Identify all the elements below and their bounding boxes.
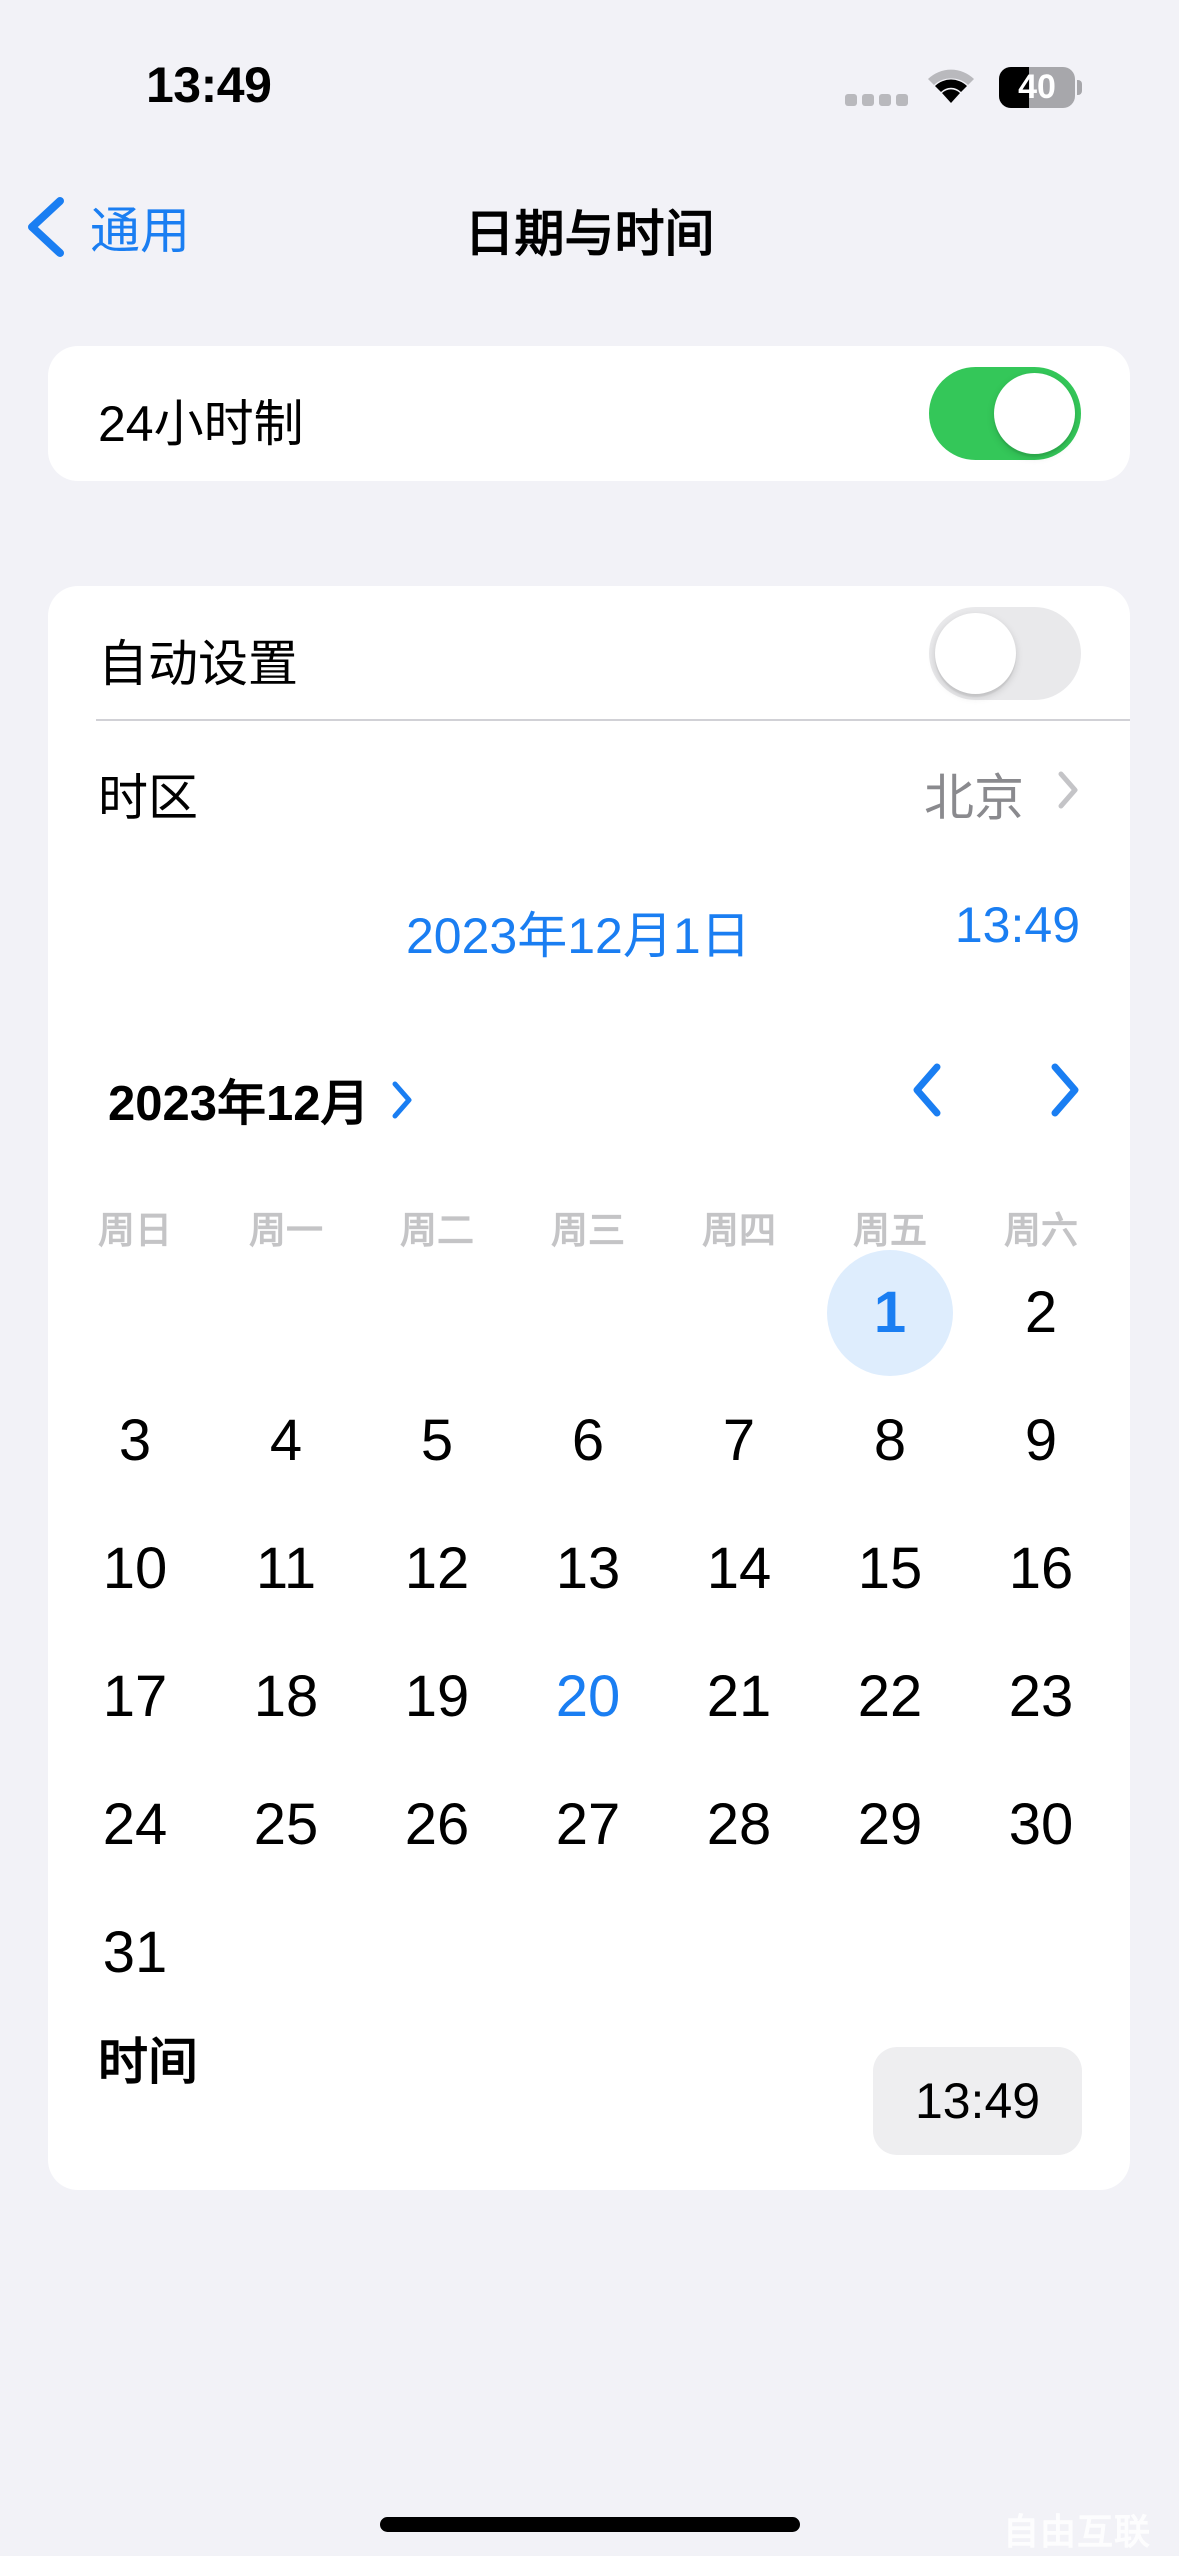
calendar-day[interactable]: 24 — [72, 1762, 198, 1888]
weekday-label: 周三 — [551, 1210, 625, 1251]
calendar-day[interactable]: 22 — [827, 1634, 953, 1760]
calendar-day[interactable]: 21 — [676, 1634, 802, 1760]
auto-set-toggle[interactable] — [929, 607, 1081, 700]
timezone-label: 时区 — [98, 770, 198, 826]
toggle-knob — [994, 373, 1075, 454]
toggle-knob — [935, 613, 1016, 694]
weekday-label: 周四 — [702, 1210, 776, 1251]
hour24-toggle[interactable] — [929, 367, 1081, 460]
calendar-day[interactable]: 29 — [827, 1762, 953, 1888]
weekday-label: 周日 — [98, 1210, 172, 1251]
hour24-label: 24小时制 — [98, 396, 304, 452]
signal-dots-icon — [845, 94, 908, 106]
wifi-icon — [925, 66, 977, 106]
calendar-day[interactable]: 13 — [525, 1506, 651, 1632]
home-indicator[interactable] — [380, 2517, 800, 2532]
timezone-value: 北京 — [924, 770, 1024, 826]
auto-set-label: 自动设置 — [98, 636, 298, 692]
calendar-day[interactable]: 2 — [978, 1250, 1104, 1376]
weekday-label: 周六 — [1004, 1210, 1078, 1251]
month-picker-button[interactable]: 2023年12月 — [108, 1064, 414, 1135]
chevron-right-icon — [1058, 771, 1078, 809]
calendar-day-today[interactable]: 20 — [525, 1634, 651, 1760]
calendar-day[interactable]: 16 — [978, 1506, 1104, 1632]
calendar-day[interactable]: 3 — [72, 1378, 198, 1504]
calendar-day[interactable]: 17 — [72, 1634, 198, 1760]
calendar-day[interactable]: 19 — [374, 1634, 500, 1760]
calendar-day[interactable]: 14 — [676, 1506, 802, 1632]
calendar-day[interactable]: 6 — [525, 1378, 651, 1504]
weekday-label: 周五 — [853, 1210, 927, 1251]
calendar-day[interactable]: 28 — [676, 1762, 802, 1888]
battery-cap — [1077, 80, 1082, 95]
next-month-button[interactable] — [1045, 1060, 1085, 1120]
calendar-day[interactable]: 8 — [827, 1378, 953, 1504]
time-label: 时间 — [98, 2034, 198, 2090]
calendar-day[interactable]: 11 — [223, 1506, 349, 1632]
page-title: 日期与时间 — [464, 206, 715, 262]
calendar-day[interactable]: 18 — [223, 1634, 349, 1760]
hour24-card: 24小时制 — [48, 346, 1130, 481]
calendar-day[interactable]: 30 — [978, 1762, 1104, 1888]
calendar-day-selected[interactable]: 1 — [827, 1250, 953, 1376]
status-time: 13:49 — [146, 57, 272, 113]
weekday-label: 周二 — [400, 1210, 474, 1251]
battery-percentage: 40 — [1018, 68, 1056, 106]
calendar-day[interactable]: 10 — [72, 1506, 198, 1632]
calendar-day[interactable]: 7 — [676, 1378, 802, 1504]
calendar-day[interactable]: 15 — [827, 1506, 953, 1632]
chevron-right-icon — [1051, 1063, 1079, 1117]
time-picker-button[interactable]: 13:49 — [873, 2047, 1082, 2155]
previous-month-button[interactable] — [907, 1060, 947, 1120]
calendar-day[interactable]: 26 — [374, 1762, 500, 1888]
chevron-right-icon — [392, 1081, 412, 1118]
calendar-day[interactable]: 5 — [374, 1378, 500, 1504]
calendar-day[interactable]: 9 — [978, 1378, 1104, 1504]
calendar-day[interactable]: 27 — [525, 1762, 651, 1888]
watermark-text: 自由互联 — [1003, 2511, 1152, 2552]
battery-icon: 40 — [999, 67, 1075, 108]
selected-date-summary[interactable]: 2023年12月1日 — [406, 896, 751, 968]
date-time-card: 自动设置 时区 北京 2023年12月1日 13:49 2023年12月 周日 周… — [48, 586, 1130, 2190]
calendar-day[interactable]: 23 — [978, 1634, 1104, 1760]
row-separator — [96, 719, 1130, 721]
month-title: 2023年12月 — [108, 1077, 370, 1131]
calendar-day[interactable]: 25 — [223, 1762, 349, 1888]
calendar-day[interactable]: 4 — [223, 1378, 349, 1504]
chevron-left-icon — [913, 1063, 941, 1117]
selected-time-summary[interactable]: 13:49 — [955, 896, 1080, 954]
weekday-label: 周一 — [249, 1210, 323, 1251]
calendar-day[interactable]: 31 — [72, 1890, 198, 2016]
calendar-day[interactable]: 12 — [374, 1506, 500, 1632]
